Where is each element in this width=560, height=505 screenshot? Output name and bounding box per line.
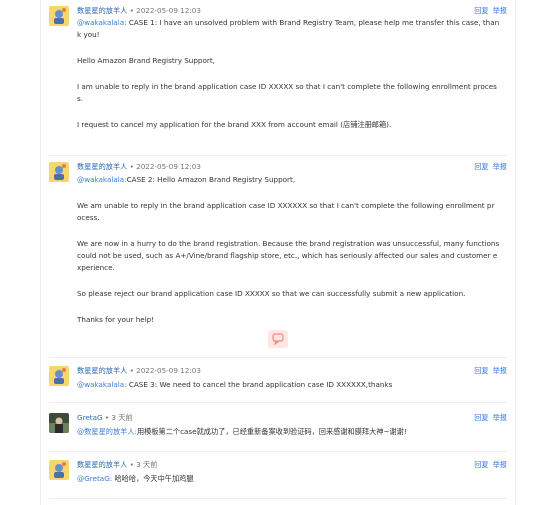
comment-item: 数星星的放羊人 • 2022-05-09 12:03 回复 举报 @wakakal… [49,162,507,347]
comment-actions: 回复 举报 [470,413,507,423]
comment-thread: 数星星的放羊人 • 2022-05-09 12:03 回复 举报 @wakakal… [40,0,516,505]
comment-line: k you! [77,30,100,39]
comment-paragraph: could not be used, such as A+/Vine/brand… [77,251,498,260]
report-button[interactable]: 举报 [493,6,507,15]
comment-paragraph: We are now in a hurry to do the brand re… [77,239,500,248]
comment-actions: 回复 举报 [470,366,507,376]
comment-author[interactable]: GretaG [77,413,103,422]
comment-actions: 回复 举报 [470,460,507,470]
comment-text: CASE 1: I have an unsolved problem with … [126,18,500,27]
comment-timestamp: • 2022-05-09 12:03 [127,162,201,171]
comment-actions: 回复 举报 [470,162,507,172]
comment-item: 数星星的放羊人 • 2022-05-09 12:03 回复 举报 @wakakal… [49,366,507,396]
comment-author[interactable]: 数星星的放羊人 [77,6,127,15]
report-button[interactable]: 举报 [493,413,507,422]
avatar[interactable] [49,162,69,182]
divider [49,155,507,156]
reply-button[interactable]: 回复 [474,413,488,422]
comment-item: GretaG • 3 天前 回复 举报 @数星星的放羊人:用模板第二个case就成… [49,413,507,443]
comment-line: @GretaG: 哈哈哈，今天中午加鸡腿 [77,473,507,485]
comment-paragraph: We am unable to reply in the brand appli… [77,201,495,210]
reply-button[interactable]: 回复 [474,6,488,15]
divider [49,357,507,358]
divider [49,498,507,499]
comment-text: CASE 3: We need to cancel the brand appl… [126,380,393,389]
comment-body: @wakakalala: CASE 1: I have an unsolved … [77,17,507,131]
avatar[interactable] [49,460,69,480]
report-button[interactable]: 举报 [493,162,507,171]
avatar-icon [49,460,69,480]
mention-link[interactable]: @GretaG: [77,474,112,483]
reply-button[interactable]: 回复 [474,366,488,375]
divider [49,451,507,452]
comment-header: 数星星的放羊人 • 2022-05-09 12:03 回复 举报 [77,162,507,172]
comment-line: @wakakalala: CASE 3: We need to cancel t… [77,379,507,391]
avatar[interactable] [49,413,69,433]
comment-text: 哈哈哈，今天中午加鸡腿 [112,474,194,483]
comment-paragraph: Thanks for your help! [77,315,155,324]
comment-paragraph: So please reject our brand application c… [77,289,466,298]
comment-item: 数星星的放羊人 • 3 天前 回复 举报 @GretaG: 哈哈哈，今天中午加鸡腿 [49,460,507,490]
comment-text: CASE 2: Hello Amazon Brand Registry Supp… [126,175,296,184]
comment-body: @wakakalala: CASE 3: We need to cancel t… [77,379,507,391]
comment-text: 用模板第二个case就成功了，已经重新备案收到验证码，回来感谢和膜拜大神~谢谢! [136,427,407,436]
comment-author[interactable]: 数星星的放羊人 [77,366,127,375]
comment-timestamp: • 3 天前 [127,460,158,469]
comment-actions: 回复 举报 [470,6,507,16]
comment-timestamp: • 2022-05-09 12:03 [127,6,201,15]
reply-button[interactable]: 回复 [474,162,488,171]
comment-header: 数星星的放羊人 • 3 天前 回复 举报 [77,460,507,470]
comment-paragraph: I am unable to reply in the brand applic… [77,82,497,91]
comment-paragraph: Hello Amazon Brand Registry Support, [77,56,215,65]
mention-link[interactable]: @wakakalala: [77,380,127,389]
avatar-icon [49,6,69,26]
comment-author[interactable]: 数星星的放羊人 [77,162,127,171]
comment-header: GretaG • 3 天前 回复 举报 [77,413,507,423]
comment-paragraph: ocess. [77,213,100,222]
comment-line: @wakakalala: CASE 1: I have an unsolved … [77,17,507,29]
avatar[interactable] [49,366,69,386]
avatar-icon [49,413,69,433]
comment-timestamp: • 3 天前 [102,413,133,422]
divider [49,402,507,403]
comment-line: @wakakalala:CASE 2: Hello Amazon Brand R… [77,174,507,186]
comment-paragraph: I request to cancel my application for t… [77,120,392,129]
comment-paragraph: xperience. [77,263,115,272]
chat-icon[interactable] [268,330,288,348]
comment-paragraph: s. [77,94,84,103]
comment-header: 数星星的放羊人 • 2022-05-09 12:03 回复 举报 [77,6,507,16]
reply-button[interactable]: 回复 [474,460,488,469]
comment-line: @数星星的放羊人:用模板第二个case就成功了，已经重新备案收到验证码，回来感谢… [77,426,507,438]
comment-body: @wakakalala:CASE 2: Hello Amazon Brand R… [77,174,507,326]
avatar[interactable] [49,6,69,26]
mention-link[interactable]: @wakakalala: [77,175,127,184]
mention-link[interactable]: @wakakalala: [77,18,127,27]
report-button[interactable]: 举报 [493,460,507,469]
comment-body: @数星星的放羊人:用模板第二个case就成功了，已经重新备案收到验证码，回来感谢… [77,426,507,438]
avatar-icon [49,366,69,386]
mention-link[interactable]: @数星星的放羊人: [77,427,137,436]
comment-item: 数星星的放羊人 • 2022-05-09 12:03 回复 举报 @wakakal… [49,6,507,141]
comment-timestamp: • 2022-05-09 12:03 [127,366,201,375]
report-button[interactable]: 举报 [493,366,507,375]
avatar-icon [49,162,69,182]
comment-body: @GretaG: 哈哈哈，今天中午加鸡腿 [77,473,507,485]
comment-header: 数星星的放羊人 • 2022-05-09 12:03 回复 举报 [77,366,507,376]
comment-author[interactable]: 数星星的放羊人 [77,460,127,469]
chat-glyph-icon [272,333,284,346]
